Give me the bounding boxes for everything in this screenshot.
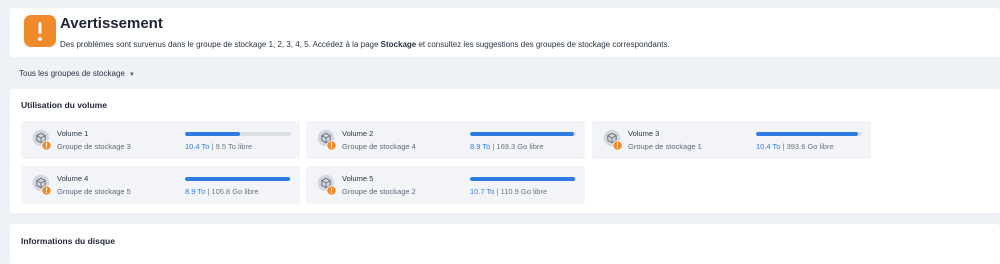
volume-warning-icon [317, 129, 337, 151]
volume-storage-pool: Groupe de stockage 3 [57, 142, 131, 151]
usage-text: 10.4 To | 9.5 To libre [185, 142, 252, 151]
usage-bar-fill [470, 132, 574, 136]
volume-name: Volume 4 [57, 174, 89, 183]
usage-bar-fill [470, 177, 575, 181]
volume-tile[interactable]: Volume 1 Groupe de stockage 3 10.4 To | 9.… [21, 121, 300, 159]
free-capacity: 169.3 Go libre [496, 142, 544, 151]
used-capacity: 10.4 To [185, 142, 210, 151]
storage-group-filter-dropdown[interactable]: Tous les groupes de stockage ▼ [19, 69, 135, 78]
storage-link[interactable]: Stockage [381, 40, 417, 49]
usage-text: 8.9 To | 169.3 Go libre [470, 142, 544, 151]
volume-storage-pool: Groupe de stockage 2 [342, 187, 416, 196]
volume-tile[interactable]: Volume 3 Groupe de stockage 1 10.4 To | 39… [592, 121, 871, 159]
warning-message: Des problèmes sont survenus dans le grou… [60, 40, 670, 49]
volume-tile[interactable]: Volume 2 Groupe de stockage 4 8.9 To | 169… [306, 121, 585, 159]
volume-name: Volume 5 [342, 174, 374, 183]
caret-down-icon: ▼ [128, 72, 135, 78]
volume-storage-pool: Groupe de stockage 4 [342, 142, 416, 151]
used-capacity: 8.9 To [470, 142, 491, 151]
used-capacity: 10.4 To [756, 142, 781, 151]
volume-warning-icon [317, 174, 337, 196]
warning-banner: Avertissement Des problèmes sont survenu… [10, 8, 1000, 57]
free-capacity: 105.8 Go libre [211, 187, 259, 196]
usage-text: 10.4 To | 393.6 Go libre [756, 142, 834, 151]
usage-bar-fill [185, 177, 290, 181]
usage-bar [185, 177, 291, 181]
usage-bar [756, 132, 862, 136]
volume-usage-title: Utilisation du volume [21, 100, 107, 110]
volume-storage-pool: Groupe de stockage 5 [57, 187, 131, 196]
usage-bar [470, 132, 576, 136]
free-capacity: 9.5 To libre [215, 142, 253, 151]
used-capacity: 8.9 To [185, 187, 206, 196]
disk-info-title: Informations du disque [21, 236, 115, 246]
usage-text: 8.9 To | 105.8 Go libre [185, 187, 259, 196]
volume-name: Volume 3 [628, 129, 660, 138]
used-capacity: 10.7 To [470, 187, 495, 196]
warning-message-prefix: Des problèmes sont survenus dans le grou… [60, 40, 381, 49]
volume-warning-icon [32, 174, 52, 196]
usage-bar-fill [185, 132, 241, 136]
usage-text: 10.7 To | 110.9 Go libre [470, 187, 547, 196]
volume-tile[interactable]: Volume 4 Groupe de stockage 5 8.9 To | 105… [21, 166, 300, 204]
warning-title: Avertissement [60, 15, 163, 32]
warning-icon [24, 15, 56, 47]
volume-warning-icon [603, 129, 623, 151]
volume-storage-pool: Groupe de stockage 1 [628, 142, 702, 151]
volume-warning-icon [32, 129, 52, 151]
volume-tile[interactable]: Volume 5 Groupe de stockage 2 10.7 To | 11… [306, 166, 585, 204]
filter-label: Tous les groupes de stockage [19, 69, 125, 78]
free-capacity: 393.6 Go libre [786, 142, 834, 151]
warning-message-suffix: et consultez les suggestions des groupes… [416, 40, 670, 49]
free-capacity: 110.9 Go libre [500, 187, 548, 196]
disk-info-panel: Informations du disque [10, 224, 1000, 264]
usage-bar [470, 177, 576, 181]
usage-bar-fill [756, 132, 858, 136]
volume-name: Volume 1 [57, 129, 89, 138]
usage-bar [185, 132, 291, 136]
volume-usage-panel: Utilisation du volume Volume 1 Groupe de … [10, 89, 1000, 213]
volume-name: Volume 2 [342, 129, 374, 138]
